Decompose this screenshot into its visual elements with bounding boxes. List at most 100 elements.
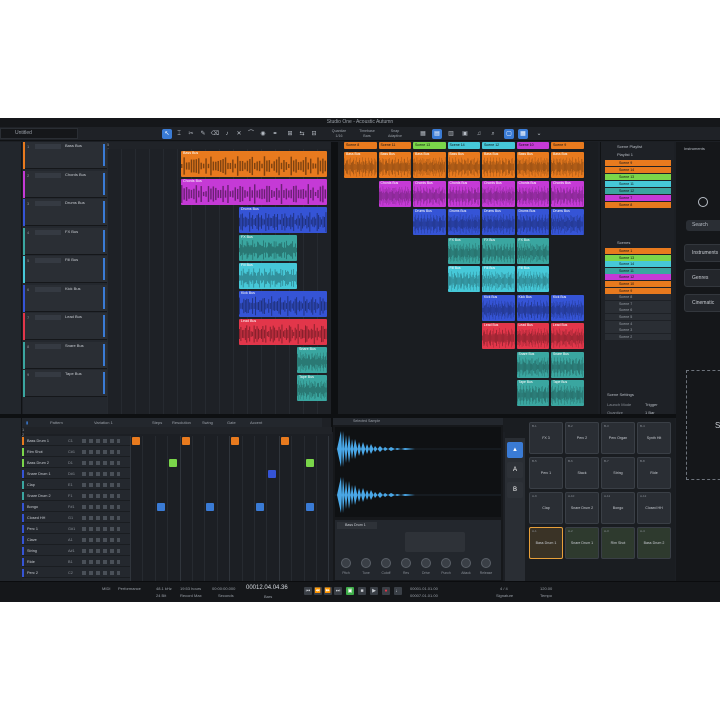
- browser-search-input[interactable]: Search: [686, 220, 720, 231]
- signature-value[interactable]: 4 / 4: [500, 586, 508, 591]
- launcher-clip[interactable]: Bass Bus: [482, 152, 515, 178]
- snap-toggle-icon[interactable]: ⊞: [285, 129, 295, 139]
- arrange-view[interactable]: Bass Bus Chords Bus Drums Bus FX Bus Fill Bu…: [107, 149, 331, 432]
- row-buttons[interactable]: [82, 461, 120, 465]
- playlist-name[interactable]: Playlist 1: [617, 152, 633, 157]
- scene-list-item[interactable]: Scene 11: [605, 267, 671, 274]
- pattern-step[interactable]: [268, 470, 277, 478]
- launcher-clip[interactable]: Lead Bus: [551, 323, 584, 349]
- scene-list-item[interactable]: Scene 13: [605, 254, 671, 261]
- launcher-clip[interactable]: Chords Bus: [413, 180, 446, 207]
- track-header[interactable]: 9 Tape Bus: [23, 370, 107, 397]
- row-buttons[interactable]: [82, 538, 120, 542]
- scene-list-item[interactable]: Scene 14: [605, 261, 671, 268]
- scene-header[interactable]: Scene 13: [413, 142, 446, 149]
- sample-waveform[interactable]: [335, 427, 501, 517]
- row-buttons[interactable]: [82, 439, 120, 443]
- left-locator[interactable]: 00001.01.01.00: [410, 586, 438, 591]
- track-header[interactable]: 6 Kick Bus: [23, 284, 107, 312]
- drum-pad[interactable]: A-9 Clap: [529, 492, 563, 524]
- bank-b-button[interactable]: B: [507, 482, 523, 498]
- link-tool-icon[interactable]: ⚭: [270, 129, 280, 139]
- scene-header[interactable]: Scene 11: [378, 142, 411, 149]
- drum-pad[interactable]: A-11 Bongo: [601, 492, 635, 524]
- tempo-value[interactable]: 120.00: [540, 586, 552, 591]
- scene-list-item[interactable]: Scene 2: [605, 333, 671, 340]
- arrange-clip[interactable]: Fill Bus: [239, 263, 297, 289]
- drum-pad[interactable]: B-2 Perc 2: [565, 422, 599, 454]
- playlist-item[interactable]: Scene 14: [605, 167, 671, 173]
- launcher-clip[interactable]: Bass Bus: [516, 152, 549, 178]
- pattern-step[interactable]: [305, 459, 314, 467]
- row-buttons[interactable]: [82, 494, 120, 498]
- range-tool-icon[interactable]: ⌶: [174, 129, 184, 139]
- launcher-clip[interactable]: Lead Bus: [482, 323, 515, 349]
- quantize-select[interactable]: Quantize 1/16: [326, 128, 352, 140]
- track-header[interactable]: 7 Lead Bus: [23, 313, 107, 340]
- pattern-instrument-row[interactable]: Ride B1: [22, 557, 130, 567]
- arrange-clip[interactable]: Bass Bus: [181, 151, 327, 177]
- browser-tab-instruments[interactable]: Instruments: [684, 146, 705, 151]
- launcher-clip[interactable]: Bass Bus: [551, 152, 584, 178]
- track-buttons[interactable]: [35, 144, 61, 149]
- fast-forward-icon[interactable]: ⏩: [324, 587, 332, 595]
- scene-header[interactable]: Scene 12: [482, 142, 515, 149]
- panel-toggle-icon[interactable]: ▦: [518, 129, 528, 139]
- paint-tool-icon[interactable]: ♪: [222, 129, 232, 139]
- sampler-knob[interactable]: [421, 558, 431, 568]
- row-buttons[interactable]: [82, 483, 120, 487]
- track-buttons[interactable]: [35, 258, 61, 263]
- loop-icon[interactable]: ▣: [346, 587, 354, 595]
- track-buttons[interactable]: [35, 343, 61, 349]
- sampler-knob[interactable]: [461, 558, 471, 568]
- launcher-clip[interactable]: FX Bus: [516, 237, 549, 264]
- pattern-editor-icon[interactable]: ▮: [26, 420, 28, 425]
- song-selector[interactable]: Untitled: [0, 128, 78, 139]
- variation-select[interactable]: Variation 1: [94, 420, 113, 425]
- track-buttons[interactable]: [35, 372, 61, 377]
- launcher-clip[interactable]: Snare Bus: [516, 351, 549, 378]
- pattern-instrument-row[interactable]: Perc 2 C2: [22, 568, 130, 578]
- launcher-clip[interactable]: Bass Bus: [378, 152, 411, 178]
- launcher-clip[interactable]: Fill Bus: [516, 266, 549, 292]
- scene-header[interactable]: Scene 9: [551, 142, 584, 149]
- arrange-clip[interactable]: Kick Bus: [239, 291, 327, 317]
- launcher-clip[interactable]: Drums Bus: [482, 209, 515, 235]
- scene-list-item[interactable]: Scene 3: [605, 327, 671, 334]
- pattern-step-grid[interactable]: [130, 436, 330, 581]
- launcher-clip[interactable]: Tape Bus: [551, 380, 584, 406]
- browser-item-cinematic[interactable]: Cinematic: [684, 294, 720, 312]
- pattern-instrument-row[interactable]: Snare Drum 2 F1: [22, 491, 130, 501]
- right-locator[interactable]: 00007.01.01.00: [410, 593, 438, 598]
- pattern-instrument-row[interactable]: Bass Drum 2 D1: [22, 458, 130, 468]
- track-buttons[interactable]: [35, 229, 61, 235]
- track-header[interactable]: 2 Chords Bus: [23, 170, 107, 198]
- drum-pad[interactable]: B-5 Perc 1: [529, 457, 563, 489]
- drum-pad[interactable]: A-1 Bass Drum 1: [529, 527, 563, 559]
- pattern-instrument-row[interactable]: Snare Drum 1 D#1: [22, 469, 130, 479]
- row-buttons[interactable]: [82, 516, 120, 520]
- arrow-tool-icon[interactable]: ↖: [162, 129, 172, 139]
- row-buttons[interactable]: [82, 505, 120, 509]
- rewind-icon[interactable]: ⏪: [314, 587, 322, 595]
- launcher-clip[interactable]: Drums Bus: [551, 209, 584, 235]
- sampler-knob[interactable]: [341, 558, 351, 568]
- track-header[interactable]: 4 FX Bus: [23, 227, 107, 255]
- track-buttons[interactable]: [35, 315, 61, 320]
- track-name[interactable]: Bass Bus: [65, 143, 82, 148]
- browser-drop-zone[interactable]: S: [686, 370, 720, 480]
- pattern-step[interactable]: [256, 503, 264, 511]
- track-name[interactable]: Drums Bus: [65, 200, 85, 205]
- arrange-clip[interactable]: Snare Bus: [297, 347, 327, 373]
- launcher-clip[interactable]: Lead Bus: [516, 323, 549, 349]
- browser-item-genres[interactable]: Genres: [684, 269, 720, 287]
- bars-display[interactable]: 00012.04.04.36: [246, 585, 288, 591]
- scene-list-item[interactable]: Scene 5: [605, 314, 671, 320]
- scene-list-item[interactable]: Scene 10: [605, 281, 671, 287]
- pattern-step[interactable]: [231, 437, 240, 445]
- drum-pad[interactable]: B-8 Ride: [637, 457, 671, 489]
- split-tool-icon[interactable]: ✂: [186, 129, 196, 139]
- timebase-select[interactable]: Timebase Bars: [354, 128, 380, 140]
- eraser-tool-icon[interactable]: ⌫: [210, 129, 220, 139]
- play-icon[interactable]: ▶: [370, 587, 378, 595]
